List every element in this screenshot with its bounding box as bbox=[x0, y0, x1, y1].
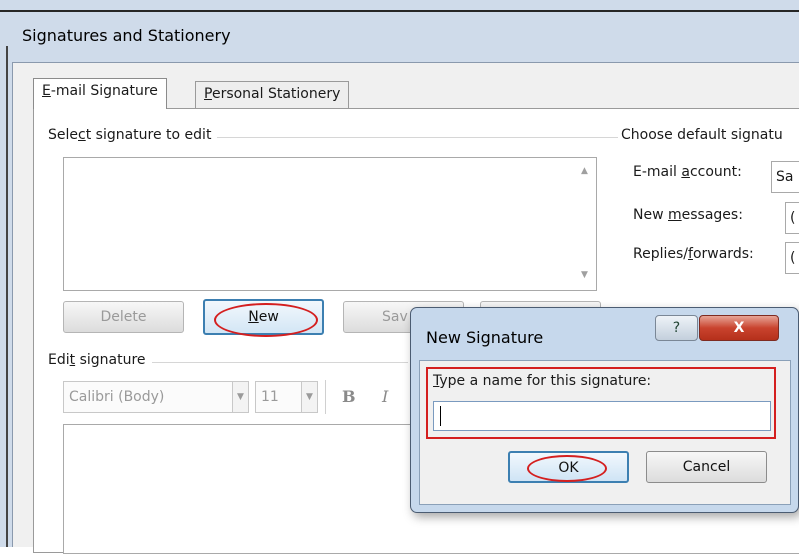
email-account-post: ccount: bbox=[689, 164, 742, 180]
font-dropdown-icon[interactable]: ▼ bbox=[232, 382, 248, 412]
dialog-title: New Signature bbox=[426, 328, 544, 347]
font-combo[interactable]: Calibri (Body) ▼ bbox=[63, 381, 249, 413]
tab-email-accesskey: E bbox=[42, 83, 51, 99]
default-signature-title: Choose default signatu bbox=[619, 127, 783, 143]
new-messages-label: New messages: bbox=[633, 207, 743, 223]
new-messages-select[interactable]: ( bbox=[785, 202, 799, 234]
replies-forwards-label: Replies/forwards: bbox=[633, 246, 754, 262]
help-icon[interactable]: ? bbox=[655, 315, 698, 341]
new-messages-key: m bbox=[668, 207, 682, 223]
replies-post: orwards: bbox=[692, 246, 754, 262]
edit-signature-label: Edit signature bbox=[48, 352, 152, 368]
replies-forwards-select[interactable]: ( bbox=[785, 242, 799, 274]
email-account-select[interactable]: Sa bbox=[771, 161, 799, 193]
bold-button[interactable]: B bbox=[342, 387, 356, 406]
font-size-combo[interactable]: 11 ▼ bbox=[255, 381, 318, 413]
email-account-pre: E-mail bbox=[633, 164, 682, 180]
cancel-button[interactable]: Cancel bbox=[646, 451, 767, 483]
annotation-ellipse-new bbox=[214, 303, 318, 337]
tab-personal-accesskey: P bbox=[204, 86, 212, 102]
select-label-post: t signature to edit bbox=[85, 127, 212, 143]
window-left-border bbox=[6, 46, 8, 547]
default-group-line bbox=[603, 137, 618, 138]
prompt-post: ype a name for this signature: bbox=[439, 373, 652, 389]
tab-personal-stationery[interactable]: Personal Stationery bbox=[195, 81, 350, 108]
font-value: Calibri (Body) bbox=[69, 389, 165, 405]
signature-list[interactable] bbox=[63, 157, 597, 291]
italic-button[interactable]: I bbox=[382, 387, 388, 406]
email-account-key: a bbox=[681, 164, 690, 180]
select-signature-label: Select signature to edit bbox=[48, 127, 218, 143]
size-dropdown-icon[interactable]: ▼ bbox=[301, 382, 317, 412]
tab-email-signature[interactable]: E-mail Signature bbox=[33, 78, 167, 109]
select-label-pre: Sele bbox=[48, 127, 79, 143]
select-label-key: c bbox=[78, 127, 86, 143]
scroll-down-icon[interactable]: ▼ bbox=[581, 270, 588, 280]
new-messages-pre: New bbox=[633, 207, 668, 223]
window-top-border bbox=[0, 10, 799, 12]
close-icon[interactable]: X bbox=[699, 315, 779, 341]
delete-button[interactable]: Delete bbox=[63, 301, 184, 333]
tab-email-label: -mail Signature bbox=[50, 83, 158, 99]
text-caret bbox=[440, 406, 441, 426]
window-title: Signatures and Stationery bbox=[22, 26, 231, 45]
signature-list-scrollbar[interactable]: ▲ ▼ bbox=[575, 158, 596, 290]
edit-label-post: signature bbox=[75, 352, 146, 368]
replies-pre: Replies/ bbox=[633, 246, 689, 262]
tab-personal-label: ersonal Stationery bbox=[211, 86, 341, 102]
signature-name-label: Type a name for this signature: bbox=[433, 373, 651, 389]
annotation-ellipse-ok bbox=[527, 455, 607, 482]
new-messages-post: essages: bbox=[681, 207, 743, 223]
signature-name-input[interactable] bbox=[433, 401, 771, 431]
scroll-up-icon[interactable]: ▲ bbox=[581, 166, 588, 176]
toolbar-separator bbox=[325, 380, 326, 414]
edit-label-pre: Edi bbox=[48, 352, 70, 368]
email-account-label: E-mail account: bbox=[633, 164, 742, 180]
font-size-value: 11 bbox=[261, 389, 279, 405]
